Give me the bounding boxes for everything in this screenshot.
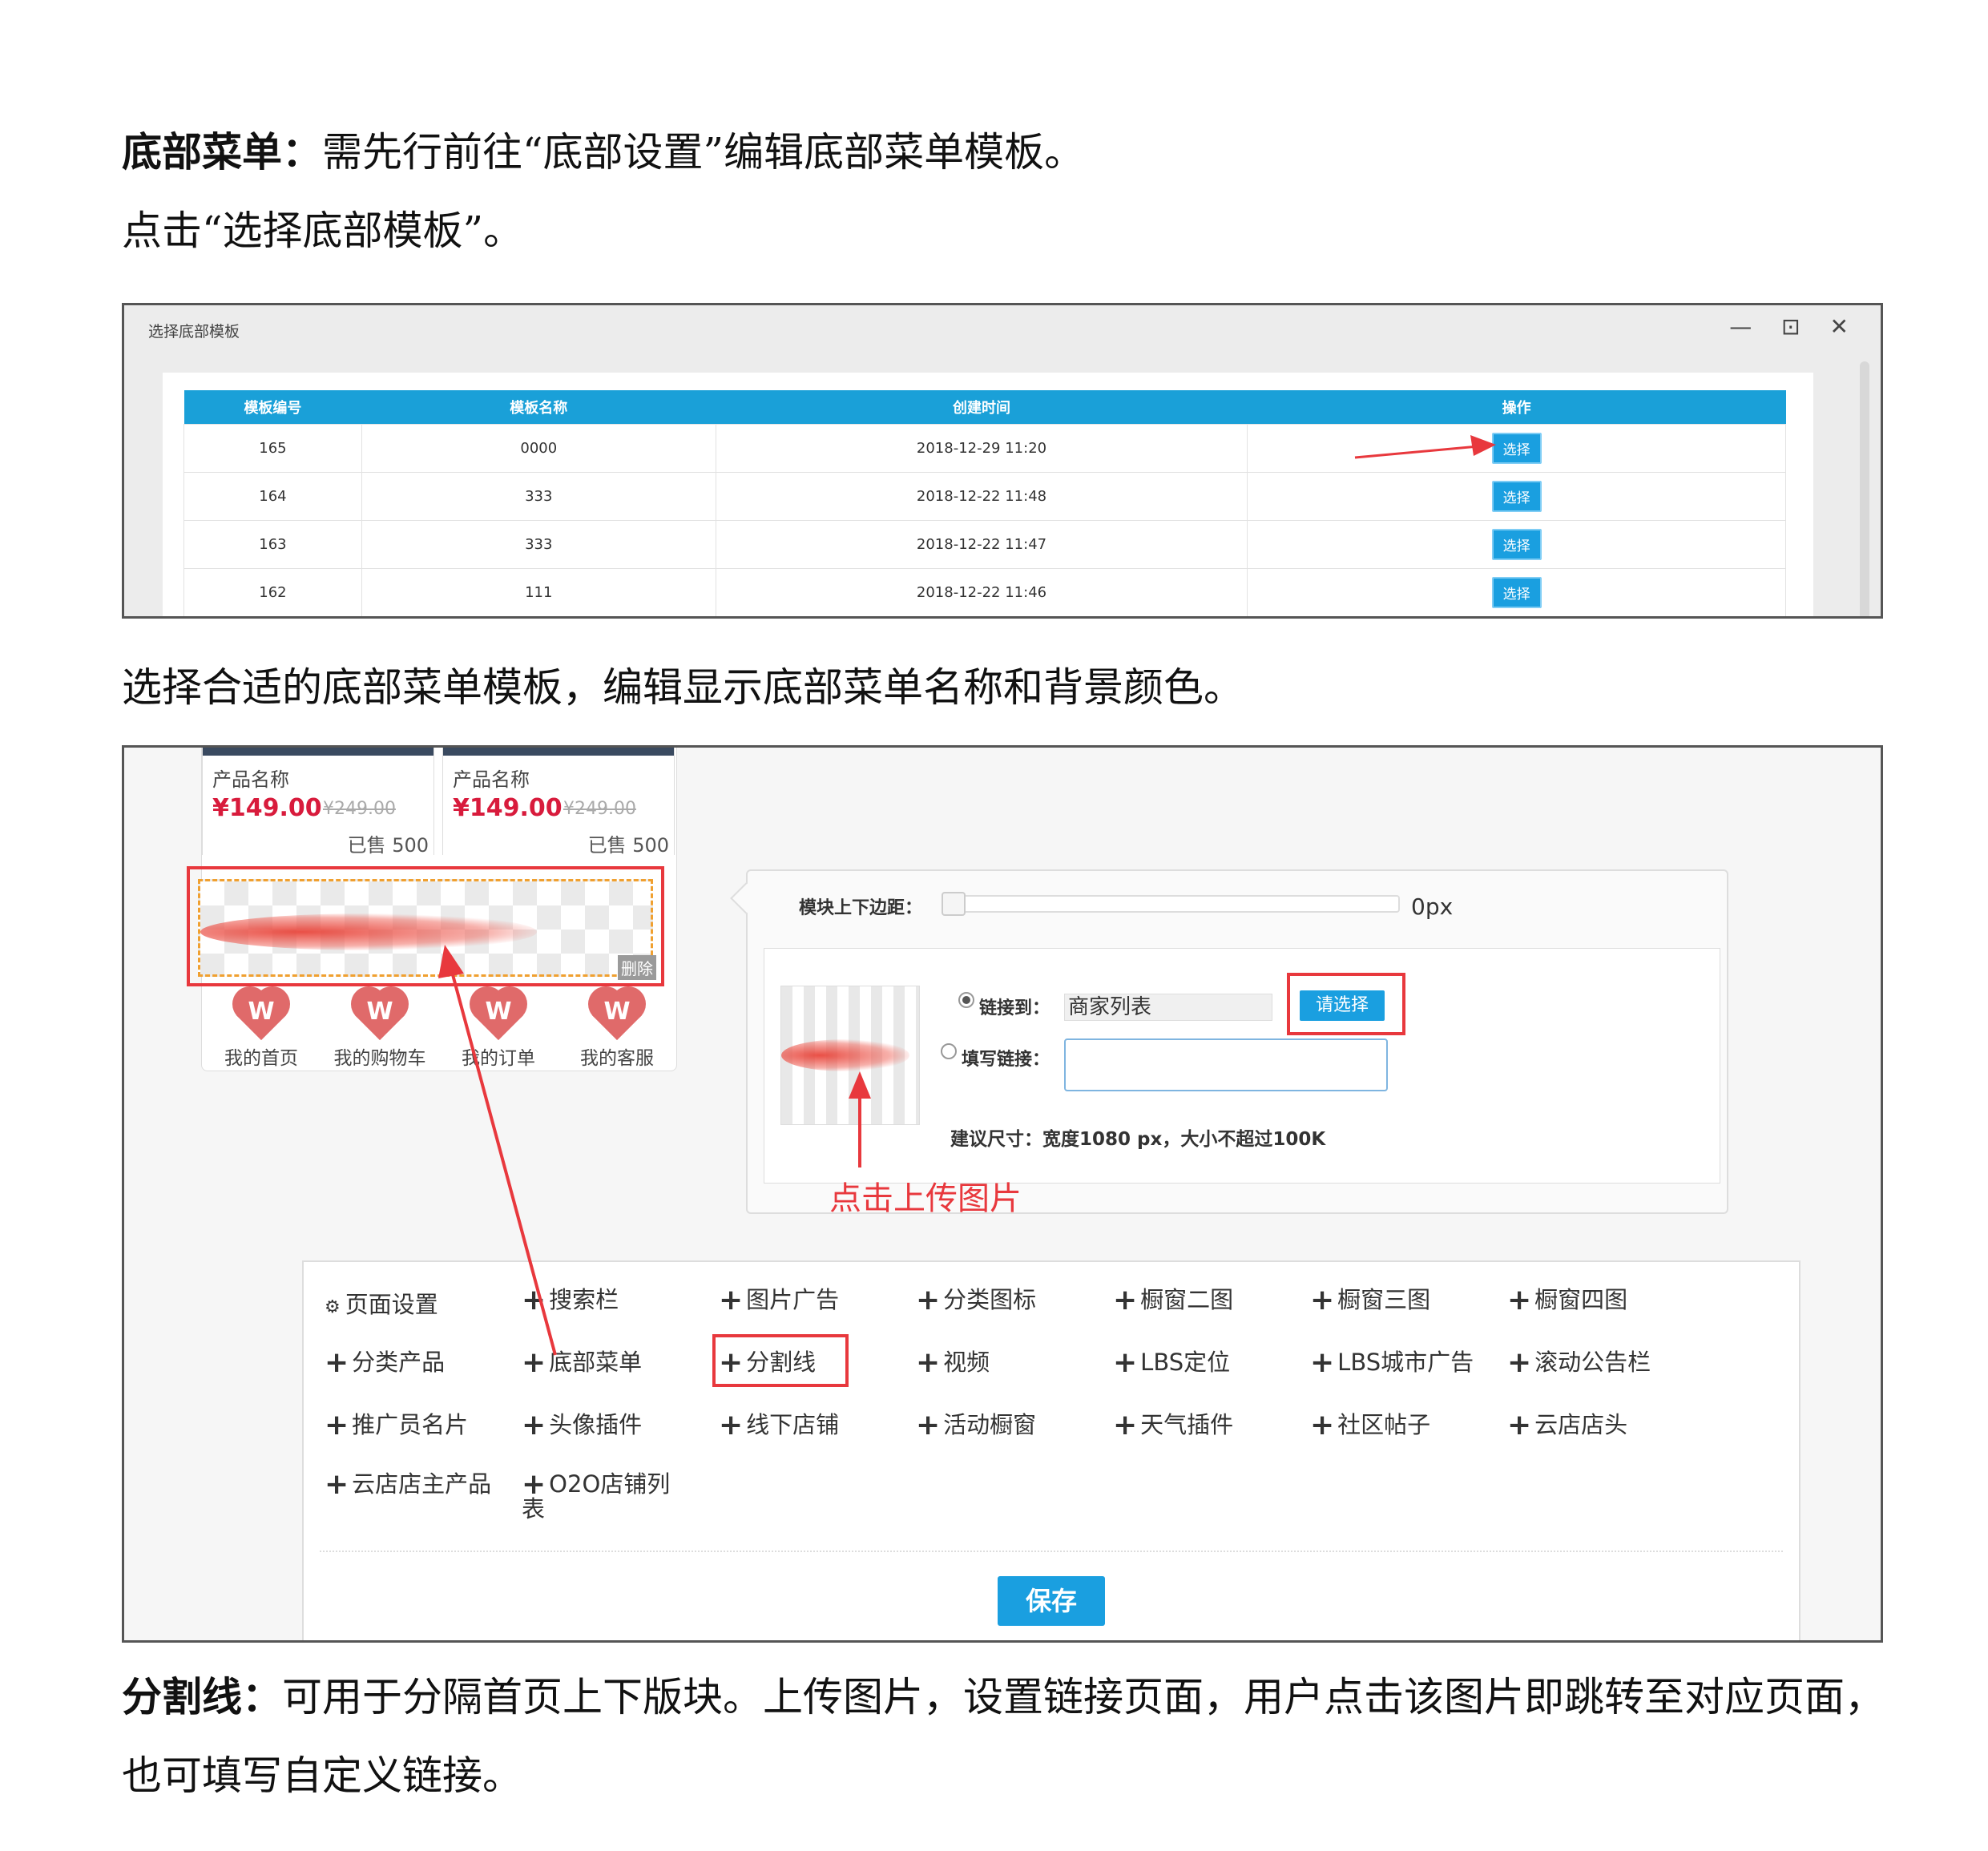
choose-template-dialog: 选择底部模板 — ⊡ ✕ 模板编号 模板名称 创建时间 操作 165 0000 … xyxy=(122,303,1883,619)
instruction-choose-template: 点击“选择底部模板”。 xyxy=(122,208,524,254)
divider-term: 分割线： xyxy=(122,1673,282,1720)
bottom-menu-term: 底部菜单： xyxy=(122,128,322,175)
instruction-select-template: 选择合适的底部菜单模板，编辑显示底部菜单名称和背景颜色。 xyxy=(122,664,1244,711)
heading-bottom-menu: 底部菜单：需先行前往“底部设置”编辑底部菜单模板。 xyxy=(122,128,1084,176)
bottom-menu-description: 需先行前往“底部设置”编辑底部菜单模板。 xyxy=(322,129,1085,175)
divider-editor-screenshot: 产品名称 ¥149.00 ¥249.00 已售 500 产品名称 ¥149.00… xyxy=(122,745,1883,1643)
divider-description: 分割线：可用于分隔首页上下版块。上传图片，设置链接页面，用户点击该图片即跳转至对… xyxy=(122,1673,1885,1721)
divider-text: 可用于分隔首页上下版块。上传图片，设置链接页面，用户点击该图片即跳转至对应页面， xyxy=(282,1674,1885,1720)
divider-description-continued: 也可填写自定义链接。 xyxy=(122,1752,522,1799)
annotation-arrows xyxy=(438,945,871,1356)
arrow-to-select-button xyxy=(1354,435,1496,459)
